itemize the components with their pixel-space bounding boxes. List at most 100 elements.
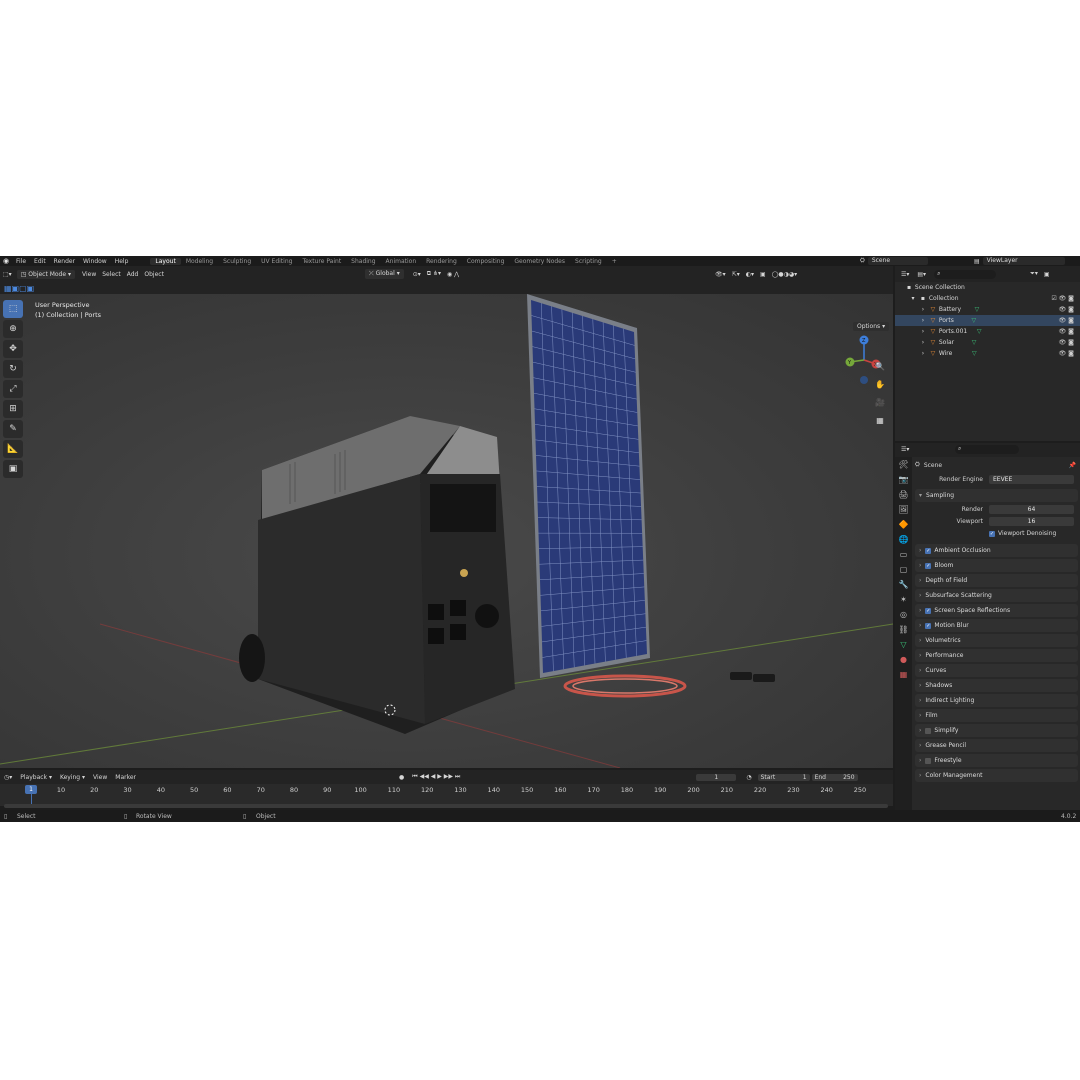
panel-checkbox[interactable]: ✓ — [925, 622, 932, 629]
expand-chevron-icon[interactable]: › — [919, 337, 927, 348]
tab-compositing[interactable]: Compositing — [462, 258, 510, 265]
expand-chevron-icon[interactable]: › — [919, 326, 927, 337]
object-tab-icon[interactable]: ▢ — [895, 562, 912, 577]
properties-editor-icon[interactable]: ☰▾ — [901, 446, 909, 453]
output-tab-icon[interactable]: 🖨 — [895, 487, 912, 502]
render-tab-icon[interactable]: 📷 — [895, 472, 912, 487]
outliner-item-battery[interactable]: › ▽ Battery ▽ 👁 ◙ — [895, 304, 1080, 315]
panel-volumetrics[interactable]: › Volumetrics — [915, 634, 1078, 647]
new-collection-icon[interactable]: ▣ — [1044, 271, 1050, 278]
display-mode-icon[interactable]: ▤▾ — [917, 271, 926, 278]
scene-selector[interactable]: ⛭ Scene — [860, 257, 928, 265]
panel-curves[interactable]: › Curves — [915, 664, 1078, 677]
tab-scripting[interactable]: Scripting — [570, 258, 607, 265]
render-engine-dropdown[interactable]: EEVEE — [989, 475, 1074, 484]
playback-controls-icon[interactable]: ⏮ ◀◀ ◀ ▶ ▶▶ ⏭ — [408, 773, 464, 781]
outliner-item-ports-001[interactable]: › ▽ Ports.001 ▽ 👁 ◙ — [895, 326, 1080, 337]
scale-icon[interactable]: ⤢ — [3, 380, 23, 398]
collapse-chevron-icon[interactable]: ▾ — [909, 293, 917, 304]
panel-color-management[interactable]: › Color Management — [915, 769, 1078, 782]
selection-mode-icons[interactable]: ▦▣▢▣ — [4, 284, 34, 293]
panel-checkbox[interactable]: ✓ — [925, 547, 932, 554]
view-layer-tab-icon[interactable]: 🖼 — [895, 502, 912, 517]
menu-help[interactable]: Help — [115, 258, 129, 265]
collection-visibility-icons[interactable]: ☑ 👁 ◙ — [1051, 293, 1074, 304]
zoom-icon[interactable]: 🔍 — [873, 360, 887, 374]
menu-playback[interactable]: Playback ▾ — [16, 774, 56, 781]
perspective-grid-icon[interactable]: ▦ — [873, 414, 887, 428]
move-icon[interactable]: ✥ — [3, 340, 23, 358]
cursor-icon[interactable]: ⊕ — [3, 320, 23, 338]
tab-rendering[interactable]: Rendering — [421, 258, 462, 265]
scene-tab-icon[interactable]: 🔶 — [895, 517, 912, 532]
3d-viewport[interactable]: User Perspective (1) Collection | Ports … — [0, 294, 893, 768]
add-cube-icon[interactable]: ▣ — [3, 460, 23, 478]
outliner-editor-icon[interactable]: ☰▾ — [901, 271, 909, 278]
select-box-icon[interactable]: ⬚ — [3, 300, 23, 318]
viewport-denoising-checkbox[interactable]: ✓ — [989, 530, 995, 537]
outliner-scene-collection[interactable]: ▪ Scene Collection — [895, 282, 1080, 293]
panel-checkbox[interactable] — [925, 727, 932, 734]
options-dropdown[interactable]: Options ▾ — [853, 322, 890, 331]
outliner-item-solar[interactable]: › ▽ Solar ▽ 👁 ◙ — [895, 337, 1080, 348]
tab-modeling[interactable]: Modeling — [181, 258, 218, 265]
menu-file[interactable]: File — [16, 258, 26, 265]
tab-shading[interactable]: Shading — [346, 258, 380, 265]
menu-keying[interactable]: Keying ▾ — [56, 774, 89, 781]
clock-icon[interactable]: ◔ — [742, 774, 755, 781]
visibility-icon[interactable]: 👁▾ — [712, 271, 729, 278]
menu-marker[interactable]: Marker — [111, 774, 140, 781]
modifier-tab-icon[interactable]: 🔧 — [895, 577, 912, 592]
visibility-icons[interactable]: 👁 ◙ — [1059, 304, 1074, 315]
tool-tab-icon[interactable]: 🛠 — [895, 457, 912, 472]
menu-view-timeline[interactable]: View — [89, 774, 111, 781]
panel-motion-blur[interactable]: › ✓ Motion Blur — [915, 619, 1078, 632]
panel-freestyle[interactable]: › Freestyle — [915, 754, 1078, 767]
menu-select[interactable]: Select — [99, 271, 124, 278]
blender-logo-icon[interactable]: ◉ — [0, 257, 12, 265]
tab-geometry-nodes[interactable]: Geometry Nodes — [509, 258, 570, 265]
menu-window[interactable]: Window — [83, 258, 107, 265]
panel-shadows[interactable]: › Shadows — [915, 679, 1078, 692]
annotate-icon[interactable]: ✎ — [3, 420, 23, 438]
overlay-toggle-icon[interactable]: ◐▾ — [743, 271, 757, 278]
panel-checkbox[interactable]: ✓ — [925, 607, 932, 614]
world-tab-icon[interactable]: 🌐 — [895, 532, 912, 547]
sampling-render-field[interactable]: 64 — [989, 505, 1074, 514]
timeline-ruler[interactable]: 1102030405060708090100110120130140150160… — [0, 784, 893, 806]
tab-uv-editing[interactable]: UV Editing — [256, 258, 297, 265]
expand-chevron-icon[interactable]: › — [919, 304, 927, 315]
pivot-icon[interactable]: ⊙▾ — [410, 271, 424, 278]
visibility-icons[interactable]: 👁 ◙ — [1059, 326, 1074, 337]
timeline-editor-icon[interactable]: ◷▾ — [0, 774, 16, 781]
start-frame-field[interactable]: Start 1 — [757, 773, 810, 781]
pan-hand-icon[interactable]: ✋ — [873, 378, 887, 392]
mode-dropdown[interactable]: ◳ Object Mode ▾ — [16, 269, 75, 279]
menu-render[interactable]: Render — [54, 258, 75, 265]
outliner-item-wire[interactable]: › ▽ Wire ▽ 👁 ◙ — [895, 348, 1080, 359]
physics-tab-icon[interactable]: ◎ — [895, 607, 912, 622]
tab-texture-paint[interactable]: Texture Paint — [297, 258, 346, 265]
shading-modes-icon[interactable]: ◯●◑◕▾ — [769, 271, 800, 278]
outliner-item-ports[interactable]: › ▽ Ports ▽ 👁 ◙ — [895, 315, 1080, 326]
outliner-collection[interactable]: ▾ ▪ Collection ☑ 👁 ◙ — [895, 293, 1080, 304]
panel-indirect-lighting[interactable]: › Indirect Lighting — [915, 694, 1078, 707]
particles-tab-icon[interactable]: ✶ — [895, 592, 912, 607]
proportional-edit-icon[interactable]: ◉ ⋀ — [444, 271, 462, 278]
viewlayer-field[interactable]: ViewLayer — [982, 257, 1065, 265]
snap-icon[interactable]: ⧉ ⋔▾ — [424, 270, 444, 278]
visibility-icons[interactable]: 👁 ◙ — [1059, 348, 1074, 359]
orientation-dropdown[interactable]: ⤫ Global ▾ — [364, 269, 404, 279]
panel-screen-space-reflections[interactable]: › ✓ Screen Space Reflections — [915, 604, 1078, 617]
current-frame-marker[interactable]: 1 — [25, 785, 37, 794]
menu-object[interactable]: Object — [141, 271, 167, 278]
end-frame-field[interactable]: End 250 — [811, 773, 858, 781]
material-tab-icon[interactable]: ● — [895, 652, 912, 667]
visibility-icons[interactable]: 👁 ◙ — [1059, 337, 1074, 348]
add-workspace-icon[interactable]: + — [607, 258, 622, 265]
camera-icon[interactable]: 🎥 — [873, 396, 887, 410]
panel-simplify[interactable]: › Simplify — [915, 724, 1078, 737]
menu-add[interactable]: Add — [124, 271, 142, 278]
panel-bloom[interactable]: › ✓ Bloom — [915, 559, 1078, 572]
tab-layout[interactable]: Layout — [150, 257, 181, 265]
